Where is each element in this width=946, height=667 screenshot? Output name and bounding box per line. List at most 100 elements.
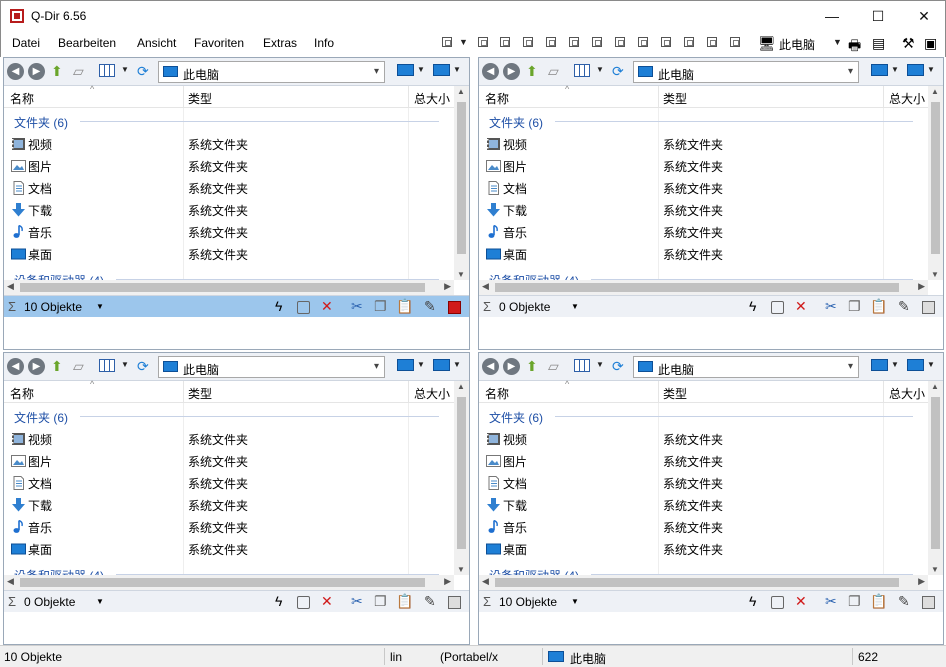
scroll-left-icon[interactable]: ◀ — [482, 281, 489, 292]
scroll-thumb[interactable] — [931, 397, 940, 549]
chevron-down-icon[interactable]: ▾ — [848, 361, 853, 372]
delete-icon[interactable]: ✕ — [795, 298, 807, 315]
minimize-button[interactable]: — — [809, 1, 855, 32]
menu-extras[interactable]: Extras — [263, 36, 297, 50]
up-folder-icon[interactable]: ⬆ — [526, 62, 538, 80]
column-divider[interactable] — [408, 381, 409, 403]
menu-favoriten[interactable]: Favoriten — [194, 36, 244, 50]
column-type[interactable]: 类型 — [188, 90, 212, 107]
scroll-up-icon[interactable]: ▲ — [931, 382, 939, 391]
computer-icon[interactable]: 🖥 — [758, 35, 776, 52]
refresh-icon[interactable]: ⟳ — [137, 357, 149, 375]
column-divider[interactable] — [658, 86, 659, 108]
chevron-down-icon[interactable]: ▼ — [453, 360, 461, 369]
chevron-down-icon[interactable]: ▾ — [374, 66, 379, 77]
column-size[interactable]: 总大小 — [414, 385, 450, 402]
chevron-down-icon[interactable]: ▼ — [96, 597, 104, 606]
folder-options-icon[interactable]: ▤ — [872, 35, 885, 52]
column-name[interactable]: 名称 — [485, 385, 509, 402]
column-name[interactable]: 名称 — [10, 385, 34, 402]
edit-icon[interactable]: ✎ — [898, 593, 910, 610]
scroll-thumb[interactable] — [457, 102, 466, 254]
scroll-down-icon[interactable]: ▼ — [457, 270, 465, 279]
back-icon[interactable]: ◀ — [7, 358, 24, 375]
view-mode-icon[interactable] — [574, 64, 590, 77]
address-bar[interactable]: 此电脑 ▾ — [158, 61, 385, 83]
layout-7-icon[interactable] — [615, 37, 625, 47]
horizontal-scrollbar[interactable]: ◀ ▶ — [479, 575, 928, 590]
view-mode-icon[interactable] — [99, 64, 115, 77]
scroll-down-icon[interactable]: ▼ — [931, 565, 939, 574]
menu-ansicht[interactable]: Ansicht — [137, 36, 176, 50]
layout-1-icon[interactable] — [478, 37, 488, 47]
cut-icon[interactable]: ✂ — [825, 298, 837, 315]
group-header-folders[interactable]: 文件夹 (6) — [489, 409, 543, 426]
object-count[interactable]: 10 Objekte — [24, 300, 82, 314]
paste-icon[interactable]: 📋 — [870, 593, 887, 610]
edit-icon[interactable]: ✎ — [424, 593, 436, 610]
group-header-folders[interactable]: 文件夹 (6) — [14, 409, 68, 426]
scroll-down-icon[interactable]: ▼ — [931, 270, 939, 279]
horizontal-scrollbar[interactable]: ◀ ▶ — [479, 280, 928, 295]
chevron-down-icon[interactable]: ▾ — [374, 361, 379, 372]
menu-datei[interactable]: Datei — [12, 36, 40, 50]
address-bar[interactable]: 此电脑 ▾ — [158, 356, 385, 378]
refresh-icon[interactable]: ⟳ — [612, 357, 624, 375]
vertical-scrollbar[interactable]: ▲ ▼ — [454, 381, 469, 575]
cut-icon[interactable]: ✂ — [351, 593, 363, 610]
menu-info[interactable]: Info — [314, 36, 334, 50]
layout-9-icon[interactable] — [661, 37, 671, 47]
chevron-down-icon[interactable]: ▼ — [596, 360, 604, 369]
back-icon[interactable]: ◀ — [482, 63, 499, 80]
copy-icon[interactable]: ❐ — [848, 593, 861, 610]
group-header-folders[interactable]: 文件夹 (6) — [14, 114, 68, 131]
chevron-down-icon[interactable]: ▼ — [121, 65, 129, 74]
column-type[interactable]: 类型 — [663, 385, 687, 402]
monitor-icon[interactable] — [907, 64, 924, 76]
group-header-folders[interactable]: 文件夹 (6) — [489, 114, 543, 131]
new-folder-icon[interactable]: ▱ — [548, 62, 559, 80]
object-count[interactable]: 0 Objekte — [499, 300, 550, 314]
chevron-down-icon[interactable]: ▾ — [848, 66, 853, 77]
scroll-up-icon[interactable]: ▲ — [457, 87, 465, 96]
monitor-icon[interactable] — [871, 359, 888, 371]
chevron-down-icon[interactable]: ▼ — [417, 360, 425, 369]
column-divider[interactable] — [408, 86, 409, 108]
new-folder-icon[interactable]: ▱ — [73, 62, 84, 80]
layout-12-icon[interactable] — [730, 37, 740, 47]
lightning-icon[interactable]: ϟ — [275, 298, 282, 315]
lightning-icon[interactable]: ϟ — [749, 298, 756, 315]
chevron-down-icon[interactable]: ▼ — [571, 597, 579, 606]
monitor-icon[interactable] — [433, 64, 450, 76]
chevron-down-icon[interactable]: ▼ — [459, 37, 468, 47]
tools-icon[interactable]: ⚒ — [902, 35, 915, 52]
copy-icon[interactable]: ❐ — [374, 298, 387, 315]
monitor-icon[interactable] — [397, 359, 414, 371]
paste-icon[interactable]: 📋 — [396, 298, 413, 315]
monitor-icon[interactable] — [433, 359, 450, 371]
chevron-down-icon[interactable]: ▼ — [453, 65, 461, 74]
menu-bearbeiten[interactable]: Bearbeiten — [58, 36, 116, 50]
paste-icon[interactable]: 📋 — [870, 298, 887, 315]
scroll-right-icon[interactable]: ▶ — [918, 576, 925, 587]
forward-icon[interactable]: ▶ — [28, 63, 45, 80]
scroll-right-icon[interactable]: ▶ — [444, 576, 451, 587]
paste-icon[interactable]: 📋 — [396, 593, 413, 610]
chevron-down-icon[interactable]: ▼ — [891, 360, 899, 369]
scroll-right-icon[interactable]: ▶ — [444, 281, 451, 292]
lightning-icon[interactable]: ϟ — [749, 593, 756, 610]
object-count[interactable]: 0 Objekte — [24, 595, 75, 609]
toolbar-location-label[interactable]: 此电脑 — [779, 36, 815, 53]
layout-10-icon[interactable] — [684, 37, 694, 47]
rename-icon[interactable] — [297, 301, 310, 314]
delete-icon[interactable]: ✕ — [321, 298, 333, 315]
scroll-thumb[interactable] — [457, 397, 466, 549]
monitor-icon[interactable] — [871, 64, 888, 76]
address-bar[interactable]: 此电脑 ▾ — [633, 356, 859, 378]
monitor-icon[interactable] — [907, 359, 924, 371]
print-icon[interactable]: 🖶 — [848, 35, 861, 59]
scroll-down-icon[interactable]: ▼ — [457, 565, 465, 574]
chevron-down-icon[interactable]: ▼ — [571, 302, 579, 311]
color-icon[interactable] — [448, 301, 461, 314]
column-divider[interactable] — [883, 381, 884, 403]
